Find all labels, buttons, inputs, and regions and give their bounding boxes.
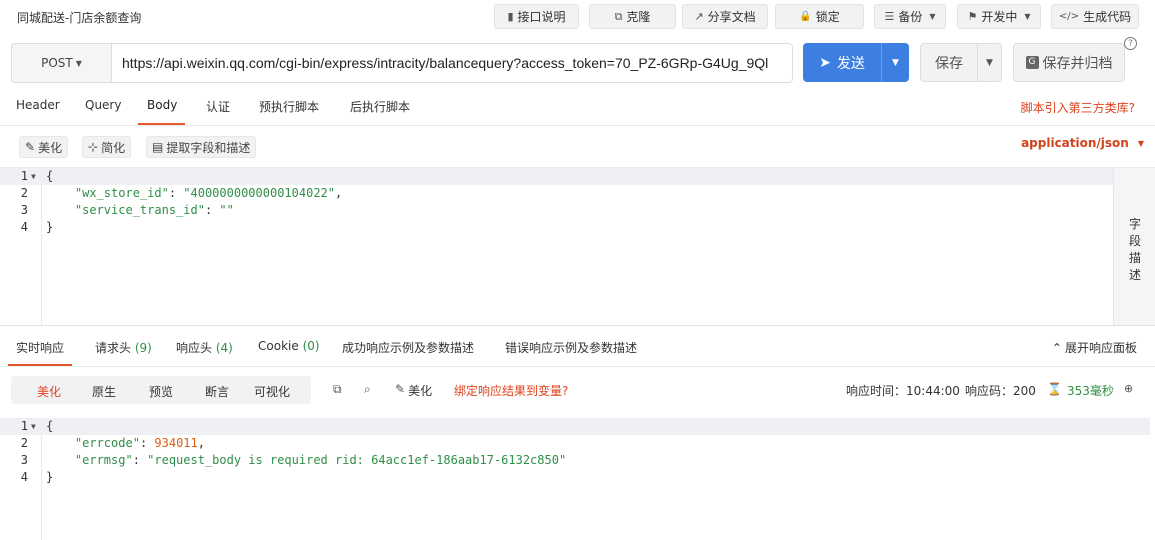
copy-icon: ⧉ <box>614 9 623 23</box>
api-title: 同城配送-门店余额查询 <box>17 11 142 25</box>
json-value: "4000000000000104022" <box>183 186 335 200</box>
top-bar: 同城配送-门店余额查询 ▮ 接口说明 ⧉ 克隆 ↗ 分享文档 🔒 锁定 ☰ 备份… <box>0 0 1155 34</box>
clone-button[interactable]: ⧉ 克隆 <box>589 4 676 29</box>
lock-icon: 🔒 <box>799 11 812 22</box>
chevron-down-icon: ▼ <box>929 12 936 21</box>
share-icon: ↗ <box>694 10 704 23</box>
code-icon: </> <box>1058 11 1080 22</box>
simplify-button[interactable]: ⊹ 简化 <box>82 136 132 158</box>
tab-error-example[interactable]: 错误响应示例及参数描述 <box>505 339 637 356</box>
active-tab-indicator <box>8 364 72 366</box>
json-key: "errcode" <box>74 436 140 450</box>
mode-assert[interactable]: 断言 <box>205 383 229 400</box>
chevron-down-icon: ▼ <box>75 58 82 68</box>
magic-wand-icon: ✎ <box>25 140 36 154</box>
help-icon[interactable]: ? <box>1124 37 1137 50</box>
send-button-group[interactable]: ➤ 发送 ▼ <box>803 43 909 82</box>
response-view-mode-switch: 美化 原生 预览 断言 可视化 <box>11 376 311 404</box>
extract-fields-button[interactable]: ▤ 提取字段和描述 <box>146 136 257 158</box>
file-icon: ▤ <box>152 140 164 154</box>
response-body-viewer[interactable]: 1 ▼ { 2 "errcode": 934011, 3 "errmsg": "… <box>0 418 1155 540</box>
content-type-select[interactable]: application/json ▼ <box>1021 136 1144 150</box>
fold-arrow-icon[interactable]: ▼ <box>31 168 36 185</box>
code-line: 1 ▼ { <box>0 418 1150 435</box>
chevron-down-icon: ▼ <box>1137 138 1144 148</box>
chevron-down-icon: ▼ <box>1024 12 1031 21</box>
save-button[interactable]: 保存 <box>921 44 977 81</box>
api-doc-button[interactable]: ▮ 接口说明 <box>494 4 579 29</box>
save-options-dropdown[interactable]: ▼ <box>978 58 1001 68</box>
generate-code-button[interactable]: </> 生成代码 <box>1051 4 1139 29</box>
sitemap-icon: ⊹ <box>88 140 99 154</box>
third-party-library-link[interactable]: 脚本引入第三方类库? <box>1021 99 1135 116</box>
response-tabs: 实时响应 请求头 (9) 响应头 (4) Cookie (0) 成功响应示例及参… <box>0 325 1155 367</box>
json-key: "wx_store_id" <box>74 186 169 200</box>
json-key: "service_trans_id" <box>74 203 205 217</box>
request-body-editor[interactable]: 1 ▼ { 2 "wx_store_id": "4000000000000104… <box>0 168 1113 325</box>
field-description-panel-toggle[interactable]: 字段描述 <box>1113 168 1155 325</box>
bind-response-to-variable-link[interactable]: 绑定响应结果到变量? <box>454 382 568 399</box>
code-line: 4 } <box>20 470 54 484</box>
archive-icon: G <box>1025 56 1039 69</box>
chevron-double-up-icon: ⌃ <box>1051 340 1062 355</box>
tab-success-example[interactable]: 成功响应示例及参数描述 <box>342 339 474 356</box>
lock-button[interactable]: 🔒 锁定 <box>775 4 864 29</box>
backup-dropdown[interactable]: ☰ 备份 ▼ <box>874 4 946 29</box>
chevron-down-icon: ▼ <box>986 57 993 68</box>
code-line: 1 ▼ { <box>0 168 1113 185</box>
tab-live-response[interactable]: 实时响应 <box>16 339 64 356</box>
json-key: "errmsg" <box>74 453 133 467</box>
tab-response-headers[interactable]: 响应头 (4) <box>176 339 233 356</box>
send-options-dropdown[interactable]: ▼ <box>882 58 909 68</box>
url-input[interactable] <box>111 43 793 83</box>
search-icon[interactable]: ⌕ <box>364 382 371 397</box>
magic-wand-icon: ✎ <box>395 382 406 396</box>
tab-post-script[interactable]: 后执行脚本 <box>350 98 410 115</box>
tab-body[interactable]: Body <box>147 98 177 112</box>
code-line: 4 } <box>20 220 54 234</box>
paper-plane-icon: ➤ <box>819 54 831 71</box>
copy-icon[interactable]: ⧉ <box>333 382 342 397</box>
tab-query[interactable]: Query <box>85 98 121 112</box>
share-doc-button[interactable]: ↗ 分享文档 <box>682 4 768 29</box>
hourglass-icon: ⌛ <box>1047 382 1062 396</box>
save-button-group[interactable]: 保存 ▼ <box>920 43 1002 82</box>
response-beautify-button[interactable]: ✎ 美化 <box>395 382 432 399</box>
json-value: 934011 <box>154 436 198 450</box>
response-duration: ⌛ 353毫秒 <box>1047 382 1114 398</box>
body-toolbar: ✎ 美化 ⊹ 简化 ▤ 提取字段和描述 application/json ▼ <box>0 126 1155 168</box>
status-dropdown[interactable]: ⚑ 开发中 ▼ <box>957 4 1041 29</box>
code-line: 3 "service_trans_id": "" <box>20 203 234 217</box>
response-time: 响应时间：10:44:00 <box>846 384 960 398</box>
request-tabs: Header Query Body 认证 预执行脚本 后执行脚本 脚本引入第三方… <box>0 91 1155 126</box>
tab-request-headers[interactable]: 请求头 (9) <box>95 339 152 356</box>
expand-response-panel-button[interactable]: ⌃ 展开响应面板 <box>1052 339 1137 356</box>
database-icon: ☰ <box>884 10 895 23</box>
active-tab-indicator <box>138 123 185 125</box>
flag-icon: ⚑ <box>967 10 978 23</box>
json-value: "request_body is required rid: 64acc1ef-… <box>147 453 567 467</box>
fold-arrow-icon[interactable]: ▼ <box>31 418 36 435</box>
tab-pre-script[interactable]: 预执行脚本 <box>259 98 319 115</box>
beautify-button[interactable]: ✎ 美化 <box>19 136 69 158</box>
method-select[interactable]: POST ▼ <box>11 43 112 83</box>
mode-beautify[interactable]: 美化 <box>37 383 61 400</box>
code-line: 3 "errmsg": "request_body is required ri… <box>20 453 567 467</box>
mode-raw[interactable]: 原生 <box>92 383 116 400</box>
response-code: 响应码：200 <box>965 384 1036 398</box>
save-and-archive-button[interactable]: G 保存并归档 <box>1013 43 1125 82</box>
mode-visualize[interactable]: 可视化 <box>254 383 290 400</box>
chevron-down-icon: ▼ <box>892 57 899 68</box>
download-icon[interactable]: ⊕ <box>1124 382 1133 395</box>
tab-cookie[interactable]: Cookie (0) <box>258 339 320 353</box>
tab-header[interactable]: Header <box>16 98 60 112</box>
json-value: "" <box>219 203 234 217</box>
send-button[interactable]: ➤ 发送 <box>803 43 881 82</box>
document-icon: ▮ <box>507 10 514 23</box>
code-line: 2 "errcode": 934011, <box>20 436 205 450</box>
code-line: 2 "wx_store_id": "4000000000000104022", <box>20 186 343 200</box>
tab-auth[interactable]: 认证 <box>206 98 230 115</box>
mode-preview[interactable]: 预览 <box>149 383 173 400</box>
